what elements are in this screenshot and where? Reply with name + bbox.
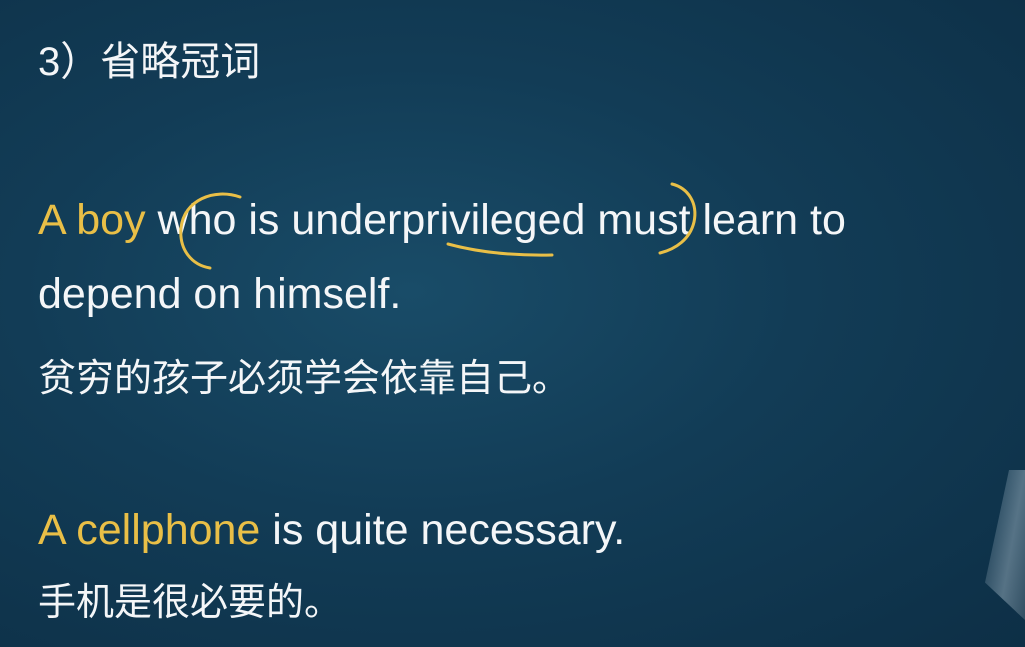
example1-english-line1: A boy who is underprivileged must learn … bbox=[38, 192, 846, 248]
slide: 3）省略冠词 A boy who is underprivileged must… bbox=[0, 0, 1025, 647]
example2-rest: is quite necessary. bbox=[260, 506, 626, 554]
example1-rest: who is underprivileged must learn to bbox=[145, 196, 846, 244]
example1-chinese: 贫穷的孩子必须学会依靠自己。 bbox=[38, 358, 571, 400]
example2-chinese: 手机是很必要的。 bbox=[38, 582, 343, 624]
example1-english-line2: depend on himself. bbox=[38, 270, 402, 318]
section-heading: 3）省略冠词 bbox=[38, 40, 261, 84]
example2-highlight: A cellphone bbox=[38, 506, 261, 554]
example1-highlight: A boy bbox=[38, 196, 146, 244]
example2-english: A cellphone is quite necessary. bbox=[38, 502, 625, 558]
screen-glare bbox=[985, 470, 1025, 620]
